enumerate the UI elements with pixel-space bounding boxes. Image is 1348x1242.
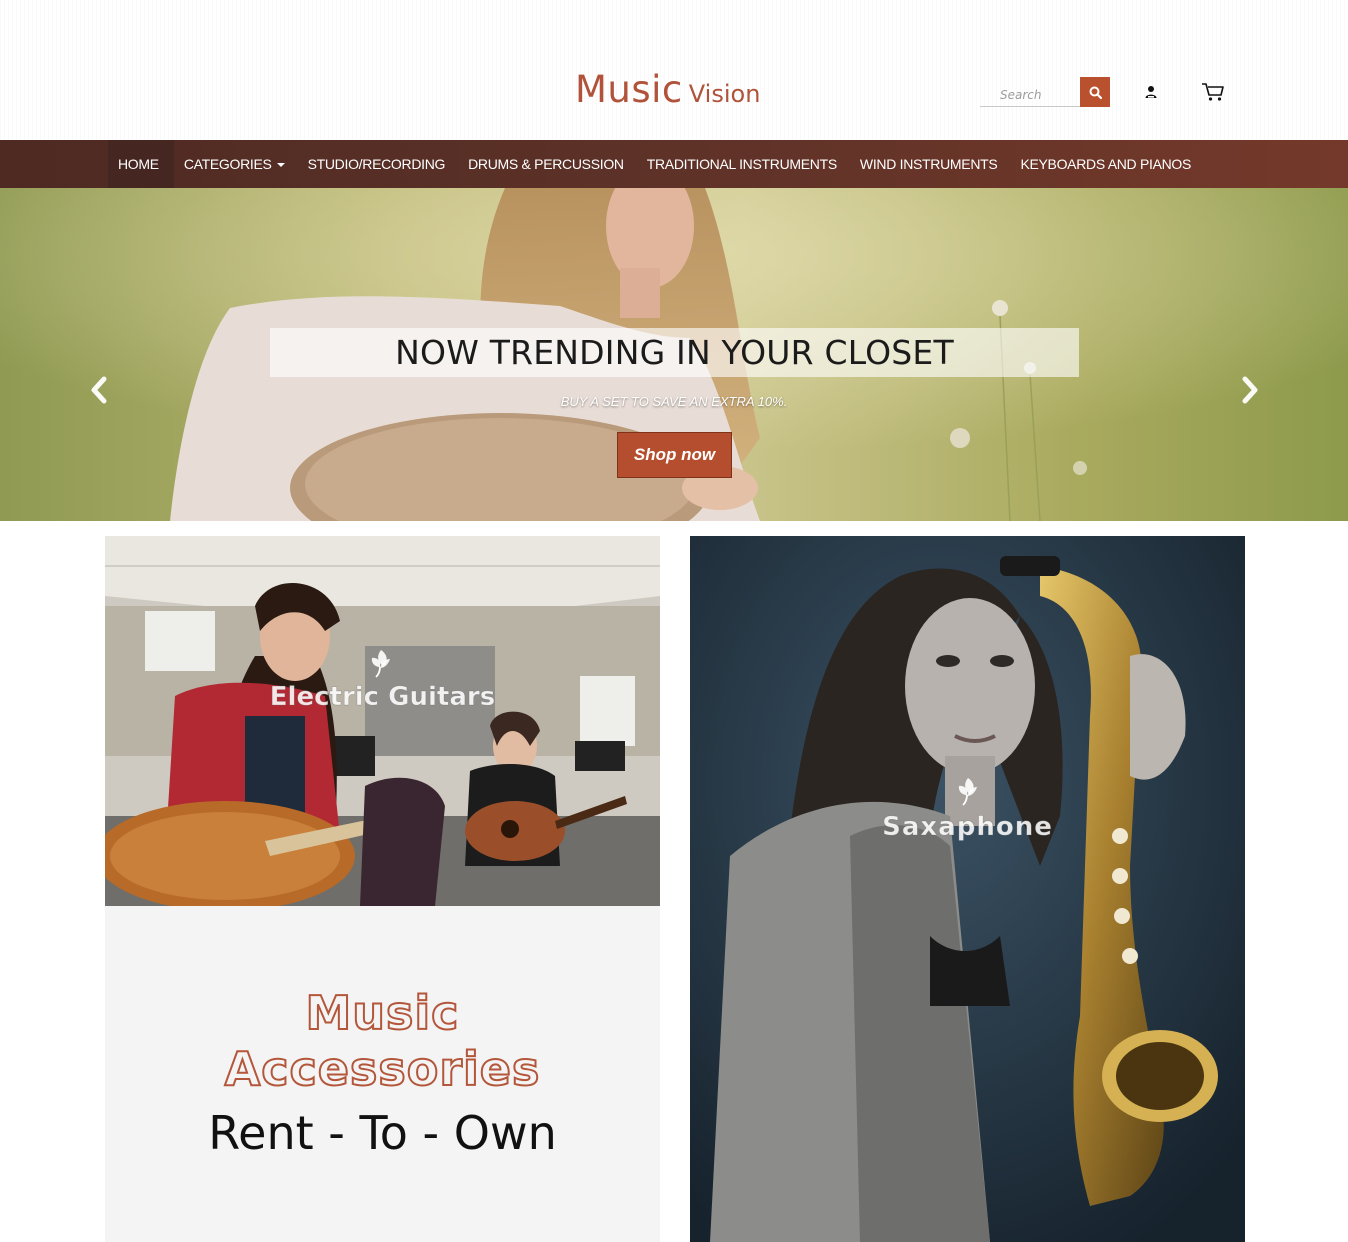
cart-icon <box>1202 83 1224 101</box>
rent-to-own-text: Rent - To - Own <box>208 1106 557 1160</box>
main-navigation: HOME CATEGORIES STUDIO/RECORDING DRUMS &… <box>0 140 1348 188</box>
hero-title: NOW TRENDING IN YOUR CLOSET <box>395 333 954 372</box>
search-button[interactable] <box>1080 77 1110 107</box>
brand-sub-text: Vision <box>688 80 761 108</box>
hero-subtitle: BUY A SET TO SAVE AN EXTRA 10%. <box>560 394 788 409</box>
nav-list: HOME CATEGORIES STUDIO/RECORDING DRUMS &… <box>108 140 1204 188</box>
search-input[interactable] <box>980 77 1080 107</box>
nav-item-studio-recording[interactable]: STUDIO/RECORDING <box>298 140 459 188</box>
cart-button[interactable] <box>1199 80 1227 104</box>
leaf-icon <box>958 778 977 806</box>
nav-item-traditional-instruments[interactable]: TRADITIONAL INSTRUMENTS <box>637 140 850 188</box>
accessories-title-line2: Accessories <box>224 1041 541 1097</box>
hero-carousel: NOW TRENDING IN YOUR CLOSET BUY A SET TO… <box>0 188 1348 521</box>
saxophone-label: Saxaphone <box>882 812 1053 843</box>
nav-item-drums-percussion[interactable]: DRUMS & PERCUSSION <box>458 140 637 188</box>
tile-saxophone[interactable]: Saxaphone <box>690 536 1245 1242</box>
shop-now-button[interactable]: Shop now <box>617 432 732 478</box>
electric-guitars-label: Electric Guitars <box>269 682 496 713</box>
hero-title-box: NOW TRENDING IN YOUR CLOSET <box>270 328 1079 377</box>
site-header: Music Vision <box>0 0 1348 140</box>
nav-item-categories-label: CATEGORIES <box>183 156 272 172</box>
saxophone-image <box>690 536 1245 1242</box>
nav-item-wind-instruments[interactable]: WIND INSTRUMENTS <box>850 140 1011 188</box>
accessories-title-line1: Music <box>305 985 460 1041</box>
search-icon <box>1089 86 1102 99</box>
leaf-icon <box>371 650 390 678</box>
caret-down-icon <box>276 163 285 167</box>
tile-electric-guitars[interactable]: Electric Guitars <box>105 536 660 906</box>
search-box <box>980 77 1110 107</box>
user-icon <box>1145 86 1157 98</box>
nav-item-home[interactable]: HOME <box>108 140 174 188</box>
account-button[interactable] <box>1141 82 1161 102</box>
nav-item-keyboards-pianos[interactable]: KEYBOARDS AND PIANOS <box>1010 140 1204 188</box>
brand-main-text: Music <box>575 68 683 111</box>
electric-guitars-image <box>105 536 660 906</box>
accessories-panel[interactable]: Music Accessories Rent - To - Own <box>105 906 660 1242</box>
brand-logo[interactable]: Music Vision <box>575 68 760 111</box>
nav-item-categories[interactable]: CATEGORIES <box>174 140 298 188</box>
